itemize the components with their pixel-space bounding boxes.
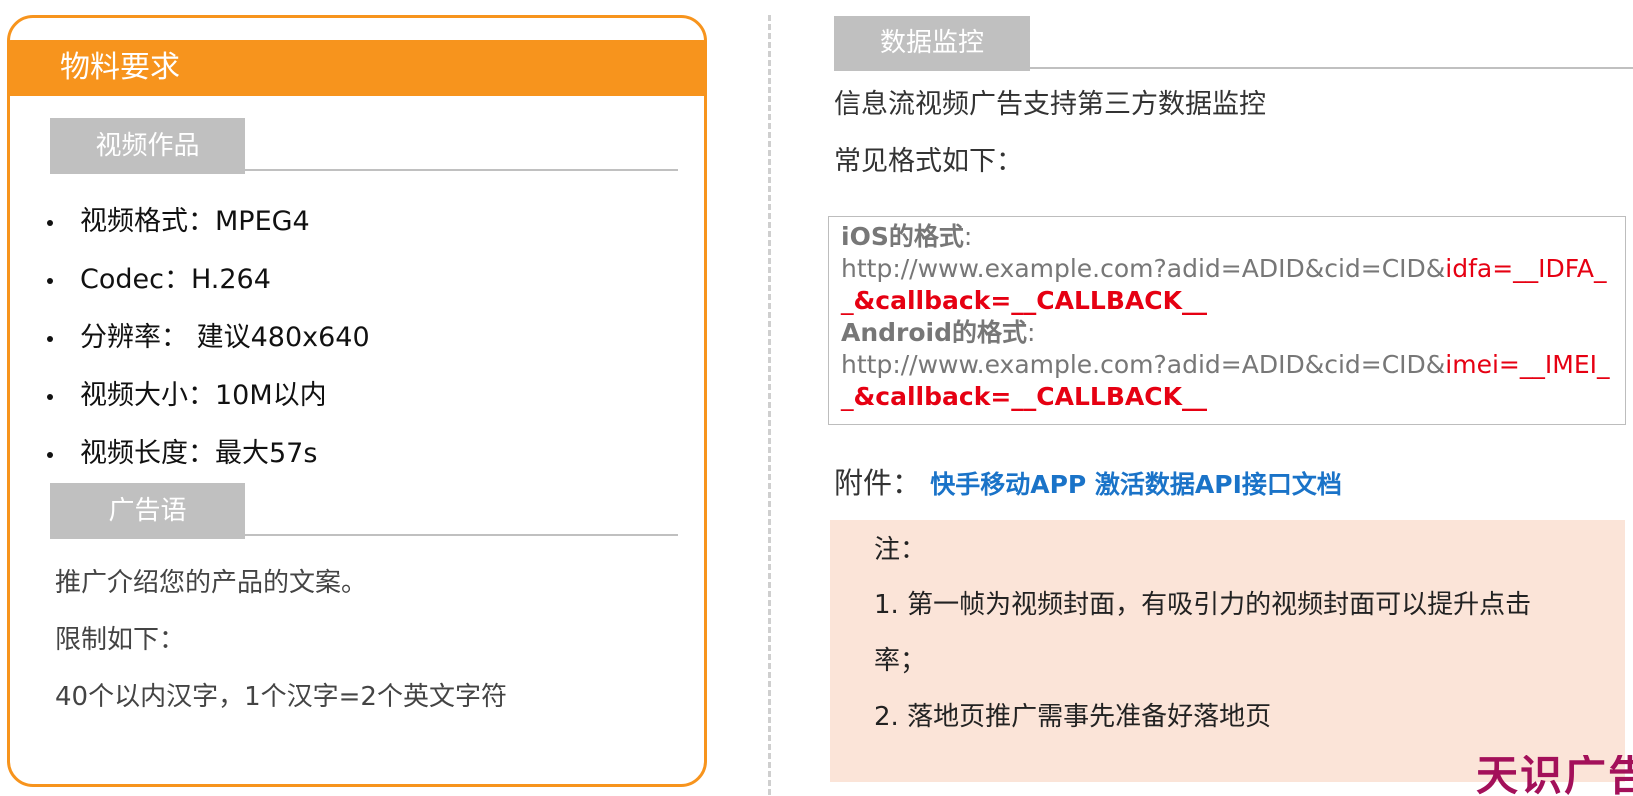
panel-header-title: 物料要求 [10, 40, 704, 96]
ios-label-colon: : [963, 222, 973, 251]
attachment-row: 附件： 快手移动APP 激活数据API接口文档 [834, 463, 1342, 505]
note-landing-page: 2. 落地页推广需事先准备好落地页 [874, 702, 1272, 732]
material-requirements-panel: 物料要求 视频作品 视频格式：MPEG4 Codec：H.264 分辨率： 建议… [7, 15, 707, 787]
video-spec-list: 视频格式：MPEG4 Codec：H.264 分辨率： 建议480x640 视频… [45, 193, 370, 483]
android-format-label: Android的格式 [841, 318, 1028, 347]
notes-box: 注： 1. 第一帧为视频封面，有吸引力的视频封面可以提升点击 率； 2. 落地页… [830, 520, 1625, 782]
list-item-resolution: 分辨率： 建议480x640 [45, 309, 370, 367]
note-cover-frame: 1. 第一帧为视频封面，有吸引力的视频封面可以提升点击 [874, 590, 1532, 620]
api-doc-link[interactable]: 快手移动APP 激活数据API接口文档 [930, 470, 1342, 499]
ios-url-base: http://www.example.com?adid=ADID&cid=CID… [841, 254, 1446, 283]
android-url-base: http://www.example.com?adid=ADID&cid=CID… [841, 350, 1446, 379]
tab-video-work: 视频作品 [50, 118, 245, 174]
list-item-duration: 视频长度：最大57s [45, 425, 370, 483]
slogan-description: 推广介绍您的产品的文案。 [55, 568, 368, 598]
list-item-file-size: 视频大小：10M以内 [45, 367, 370, 425]
notes-title: 注： [874, 535, 927, 565]
slogan-limit-label: 限制如下： [55, 625, 186, 655]
brand-watermark: 天识广告 [1476, 755, 1633, 796]
android-label-colon: : [1027, 318, 1036, 347]
format-intro: 常见格式如下： [834, 146, 1023, 177]
section-divider-slogan [245, 534, 678, 536]
tracking-url-format-box: iOS的格式: http://www.example.com?adid=ADID… [828, 216, 1626, 425]
android-format-block: Android的格式: http://www.example.com?adid=… [841, 317, 1613, 413]
monitoring-intro: 信息流视频广告支持第三方数据监控 [834, 89, 1266, 120]
slogan-limit-rule: 40个以内汉字，1个汉字=2个英文字符 [55, 682, 507, 712]
note-cover-frame-cont: 率； [874, 646, 927, 676]
section-divider-monitoring [1030, 67, 1633, 69]
section-divider-video [245, 169, 678, 171]
tab-data-monitoring: 数据监控 [834, 16, 1030, 71]
column-divider [768, 15, 771, 795]
ios-format-label: iOS的格式 [841, 222, 964, 251]
list-item-video-format: 视频格式：MPEG4 [45, 193, 370, 251]
ios-callback-param: &callback=__CALLBACK__ [853, 286, 1207, 315]
ios-format-block: iOS的格式: http://www.example.com?adid=ADID… [841, 221, 1613, 317]
attachment-label: 附件： [834, 466, 922, 500]
tab-slogan: 广告语 [50, 483, 245, 539]
android-callback-param: &callback=__CALLBACK__ [853, 382, 1207, 411]
list-item-codec: Codec：H.264 [45, 251, 370, 309]
